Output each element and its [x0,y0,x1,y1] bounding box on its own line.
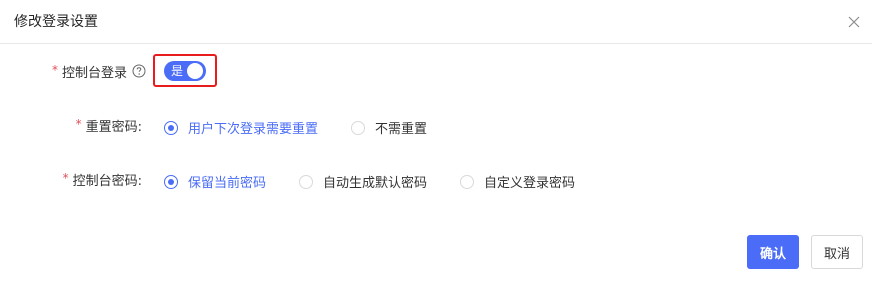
console-login-label: 控制台登录 [61,65,127,81]
console-login-toggle[interactable]: 是 [164,61,206,81]
radio-button[interactable] [164,120,178,135]
dialog-header: 修改登录设置 [0,0,872,44]
radio-button[interactable] [164,174,178,189]
radio-button[interactable] [299,174,314,189]
console-login-label-group: * 控制台登录 [52,62,146,81]
radio-no-reset[interactable]: 不需重置 [351,118,427,137]
console-login-row: * 控制台登录 [0,59,146,83]
radio-button[interactable] [460,174,475,189]
radio-button[interactable] [351,120,366,135]
console-password-label-group: * 控制台密码: [63,170,142,189]
radio-label: 保留当前密码 [188,176,267,191]
cancel-button[interactable]: 取消 [811,235,863,269]
required-mark: * [51,63,58,77]
console-password-label: 控制台密码: [72,173,142,189]
radio-label: 自动生成默认密码 [323,176,428,191]
radio-auto-generate-password[interactable]: 自动生成默认密码 [299,172,427,191]
radio-label: 用户下次登录需要重置 [188,122,319,137]
confirm-button[interactable]: 确认 [747,235,799,269]
console-password-radio-group: 保留当前密码 自动生成默认密码 自定义登录密码 [164,172,575,191]
radio-reset-on-next-login[interactable]: 用户下次登录需要重置 [164,118,318,137]
toggle-text: 是 [171,64,184,78]
toggle-knob [187,63,203,79]
radio-keep-current-password[interactable]: 保留当前密码 [164,172,266,191]
required-mark: * [62,171,69,185]
question-circle-icon[interactable] [132,64,146,78]
modify-login-settings-dialog: 修改登录设置 * 控制台登录 是 * 重置密码: 用户下次登录需要重置 不需重置… [0,0,872,282]
reset-password-row: * 重置密码: [0,113,142,137]
required-mark: * [75,117,82,131]
radio-label: 不需重置 [375,122,428,137]
reset-password-label: 重置密码: [85,119,142,135]
dialog-title: 修改登录设置 [14,14,98,30]
close-icon[interactable] [846,14,862,30]
radio-custom-password[interactable]: 自定义登录密码 [460,172,575,191]
reset-password-label-group: * 重置密码: [76,116,142,135]
reset-password-radio-group: 用户下次登录需要重置 不需重置 [164,118,427,137]
radio-label: 自定义登录密码 [484,176,576,191]
console-password-row: * 控制台密码: [0,167,142,191]
